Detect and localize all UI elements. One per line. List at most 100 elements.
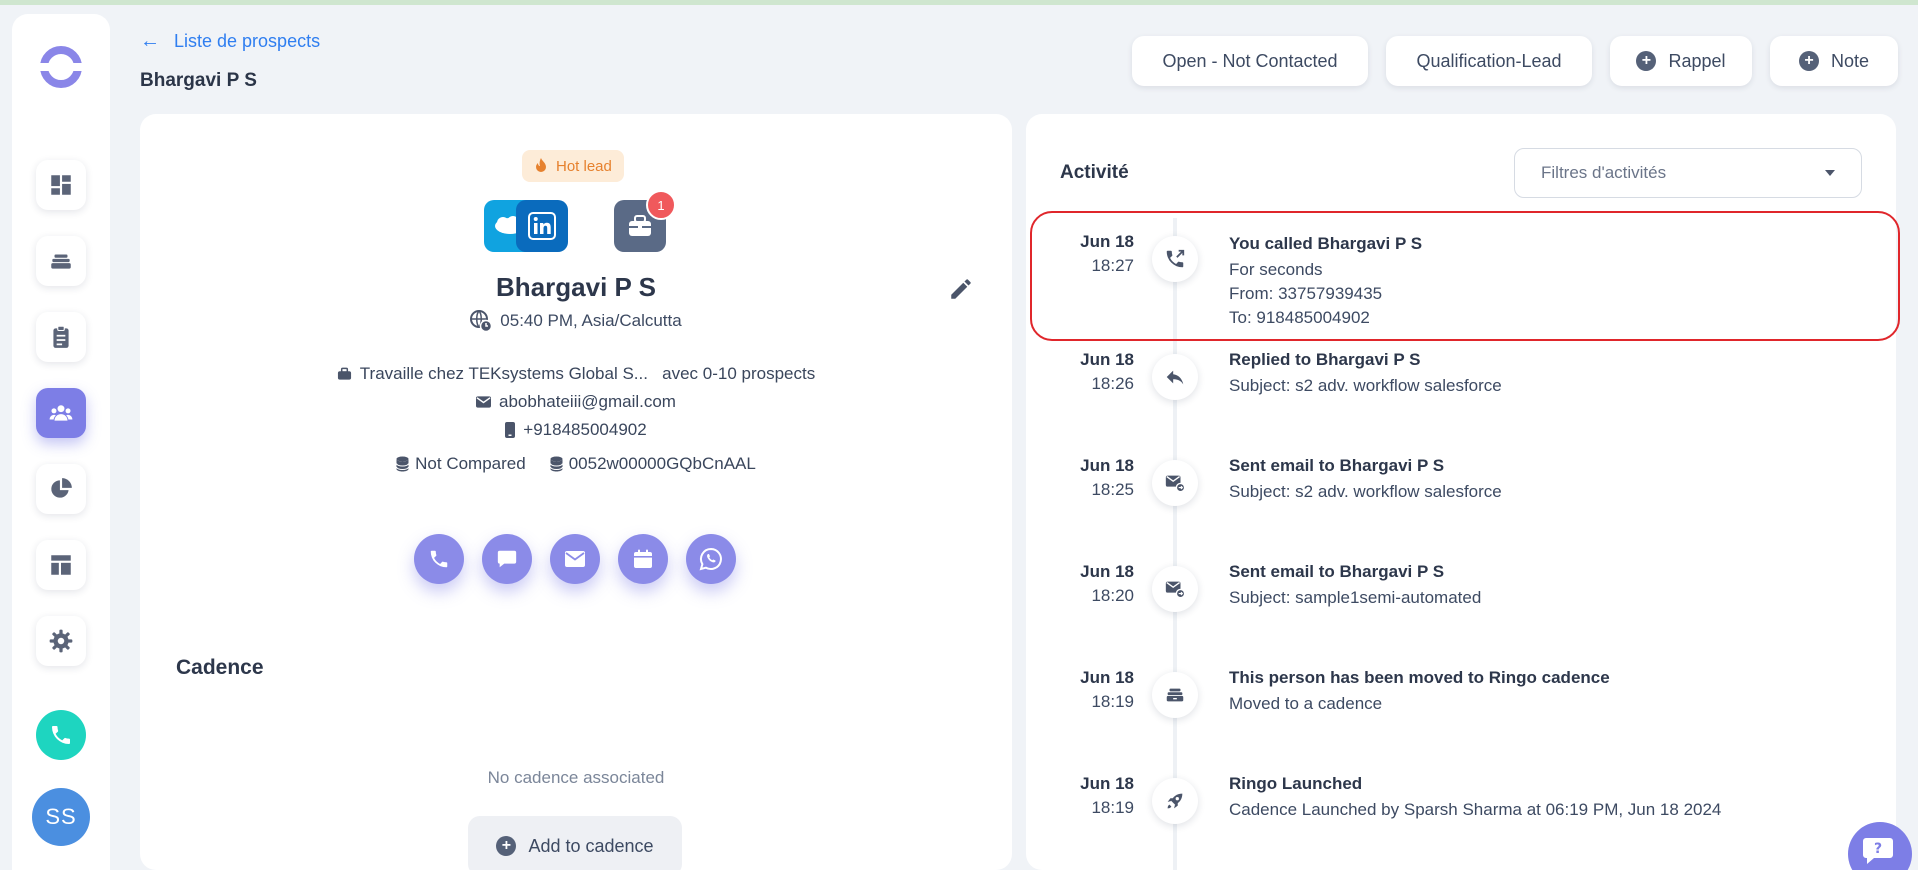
activity-detail: Moved to a cadence: [1229, 694, 1383, 713]
svg-text:?: ?: [1874, 841, 1882, 857]
back-link-label: Liste de prospects: [174, 31, 321, 51]
message-button[interactable]: [482, 534, 532, 584]
people-icon[interactable]: [36, 388, 86, 438]
layout-icon[interactable]: [36, 540, 86, 590]
no-cadence-text: No cadence associated: [487, 768, 665, 787]
globe-clock-icon: [470, 310, 493, 332]
rappel-button[interactable]: + Rappel: [1610, 36, 1752, 86]
email-text: abobhateiii@gmail.com: [499, 392, 676, 411]
activity-title: Sent email to Bhargavi P S: [1229, 562, 1445, 581]
activity-date: Jun 18: [1080, 350, 1134, 369]
email-line[interactable]: abobhateiii@gmail.com: [140, 392, 1012, 412]
timeline-rail: [1173, 218, 1177, 870]
activity-detail: Subject: s2 adv. workflow salesforce: [1229, 482, 1502, 501]
sent-email-icon: [1152, 460, 1198, 506]
page-title: Bhargavi P S: [140, 70, 257, 91]
activity-time: 18:20: [1091, 586, 1134, 605]
phone-icon: [430, 550, 448, 568]
plus-circle-icon: +: [1636, 51, 1657, 71]
help-chat-icon: ?: [1863, 838, 1893, 864]
rocket-icon: [1152, 778, 1198, 824]
email-button[interactable]: [550, 534, 600, 584]
call-button[interactable]: [414, 534, 464, 584]
chat-bubble-icon: [497, 550, 517, 568]
app-logo-icon[interactable]: [36, 42, 86, 92]
pie-chart-icon[interactable]: [36, 464, 86, 514]
hot-lead-badge: Hot lead: [522, 150, 624, 182]
reply-icon: [1152, 354, 1198, 400]
activity-panel: Activité Filtres d'activités Jun 18 18:2…: [1026, 114, 1896, 870]
crm-status: Not Compared: [396, 454, 526, 474]
whatsapp-button[interactable]: [686, 534, 736, 584]
phone-line[interactable]: +918485004902: [140, 420, 1012, 440]
prospect-card: Hot lead 1 Bhargavi P S 05:40 PM, Asia/C…: [140, 114, 1012, 870]
plus-circle-icon: +: [1798, 51, 1819, 71]
activity-time: 18:19: [1091, 692, 1134, 711]
activity-time: 18:19: [1091, 798, 1134, 817]
caret-down-icon: [1825, 170, 1835, 176]
add-to-cadence-label: Add to cadence: [528, 835, 654, 856]
activity-detail: Subject: s2 adv. workflow salesforce: [1229, 376, 1502, 395]
cadence-heading: Cadence: [176, 656, 264, 679]
activity-title: You called Bhargavi P S: [1229, 234, 1423, 253]
flame-icon: [536, 158, 546, 172]
top-accent-bar: [0, 0, 1918, 5]
activity-date: Jun 18: [1080, 456, 1134, 475]
mobile-icon: [505, 422, 516, 438]
stack-icon[interactable]: [36, 236, 86, 286]
sidebar: SS: [12, 14, 110, 870]
activity-title: Ringo Launched: [1229, 774, 1363, 793]
prospect-name: Bhargavi P S: [496, 272, 656, 302]
stage-button[interactable]: Qualification-Lead: [1386, 36, 1592, 86]
briefcase-icon: [337, 367, 351, 380]
database-icon: [396, 456, 410, 472]
activity-time: 18:25: [1091, 480, 1134, 499]
status-label: Open - Not Contacted: [1162, 50, 1338, 71]
rappel-label: Rappel: [1668, 50, 1726, 71]
user-avatar[interactable]: SS: [32, 788, 90, 846]
dialer-button[interactable]: [36, 710, 86, 760]
activity-detail: Subject: sample1semi-automated: [1229, 588, 1482, 607]
timezone-text: 05:40 PM, Asia/Calcutta: [500, 311, 682, 330]
activity-filter-select[interactable]: Filtres d'activités: [1514, 148, 1862, 198]
arrow-left-icon: ←: [140, 30, 160, 52]
clipboard-icon[interactable]: [36, 312, 86, 362]
activity-date: Jun 18: [1080, 774, 1134, 793]
activity-title: Replied to Bhargavi P S: [1229, 350, 1421, 369]
crm-line: Not Compared 0052w00000GQbCnAAL: [140, 454, 1012, 474]
note-label: Note: [1830, 50, 1870, 71]
dashboard-icon[interactable]: [36, 160, 86, 210]
crm-id: 0052w00000GQbCnAAL: [549, 454, 756, 474]
activity-detail: From: 33757939435: [1229, 284, 1383, 303]
add-to-cadence-button[interactable]: + Add to cadence: [468, 816, 682, 870]
calendar-icon: [634, 549, 652, 568]
plus-circle-icon: +: [496, 836, 517, 856]
crm-id-text: 0052w00000GQbCnAAL: [568, 454, 756, 473]
back-to-prospects-link[interactable]: ← Liste de prospects: [140, 30, 320, 53]
outgoing-call-icon: [1152, 236, 1198, 282]
calendar-button[interactable]: [618, 534, 668, 584]
activity-date: Jun 18: [1080, 668, 1134, 687]
activity-date: Jun 18: [1080, 562, 1134, 581]
notification-badge: 1: [646, 190, 676, 220]
mail-icon: [476, 396, 492, 408]
sent-email-icon: [1152, 566, 1198, 612]
whatsapp-icon: [699, 547, 722, 571]
hot-lead-label: Hot lead: [556, 157, 612, 175]
note-button[interactable]: + Note: [1770, 36, 1898, 86]
activity-detail: For seconds: [1229, 260, 1323, 279]
linkedin-icon[interactable]: [516, 200, 568, 252]
pencil-icon[interactable]: [948, 276, 974, 302]
gear-icon[interactable]: [36, 616, 86, 666]
cadence-move-icon: [1152, 672, 1198, 718]
company-line: Travaille chez TEKsystems Global S... av…: [140, 364, 1012, 384]
activity-title: Sent email to Bhargavi P S: [1229, 456, 1445, 475]
activity-time: 18:27: [1091, 256, 1134, 275]
crm-status-text: Not Compared: [415, 454, 526, 473]
mail-icon: [565, 551, 585, 567]
status-button[interactable]: Open - Not Contacted: [1132, 36, 1368, 86]
activity-title: This person has been moved to Ringo cade…: [1229, 668, 1610, 687]
database-icon: [549, 456, 563, 472]
activity-time: 18:26: [1091, 374, 1134, 393]
stage-label: Qualification-Lead: [1416, 50, 1562, 71]
